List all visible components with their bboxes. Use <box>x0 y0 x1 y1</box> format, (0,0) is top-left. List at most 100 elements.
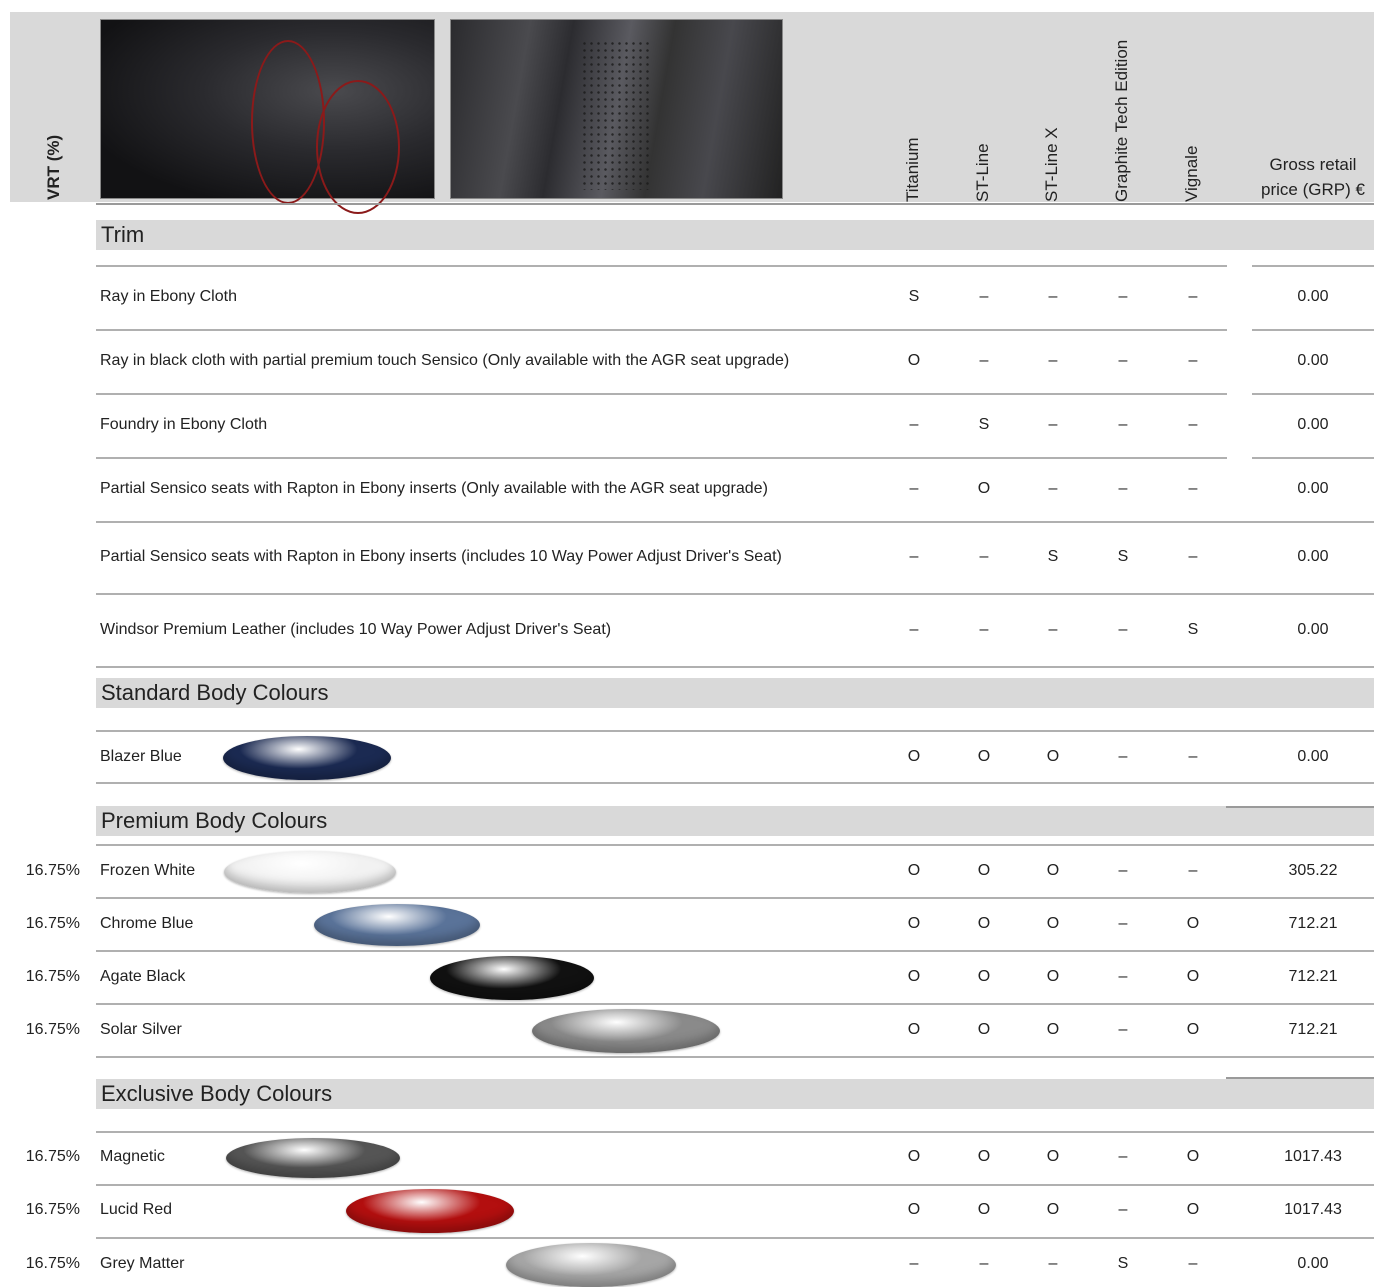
row-label: Solar Silver <box>100 1021 182 1038</box>
price-cell: 0.00 <box>1297 748 1329 765</box>
availability-cell: – <box>1118 748 1128 765</box>
availability-cell: O <box>907 1021 921 1038</box>
row-label: Agate Black <box>100 968 186 985</box>
availability-cell: – <box>1188 352 1198 369</box>
row-divider <box>96 329 1227 331</box>
price-cell: 0.00 <box>1297 288 1329 305</box>
availability-cell: O <box>1046 1148 1060 1165</box>
price-cell: 0.00 <box>1297 480 1329 497</box>
price-cell: 712.21 <box>1288 915 1338 932</box>
availability-cell: – <box>1048 621 1058 638</box>
availability-cell: O <box>977 862 991 879</box>
availability-cell: O <box>907 915 921 932</box>
column-header-titanium: Titanium <box>903 137 922 202</box>
availability-cell: – <box>1118 352 1128 369</box>
row-divider <box>1252 329 1374 331</box>
availability-cell: O <box>977 480 991 497</box>
price-cell: 305.22 <box>1288 862 1338 879</box>
row-divider <box>96 950 1374 952</box>
availability-cell: – <box>1118 1021 1128 1038</box>
price-header-line1: Gross retail <box>1269 155 1357 174</box>
header-divider <box>96 203 1374 205</box>
availability-cell: – <box>1118 1201 1128 1218</box>
row-divider <box>96 1184 1374 1186</box>
availability-cell: – <box>909 1255 919 1272</box>
availability-cell: O <box>977 748 991 765</box>
row-divider <box>96 844 1374 846</box>
availability-cell: – <box>1188 1255 1198 1272</box>
availability-cell: – <box>1118 288 1128 305</box>
availability-cell: – <box>1118 621 1128 638</box>
vrt-cell: 16.75% <box>25 968 80 985</box>
availability-cell: – <box>909 548 919 565</box>
colour-swatch <box>346 1189 514 1233</box>
price-column-header: Gross retail price (GRP) € <box>1252 152 1374 202</box>
vrt-cell: 16.75% <box>25 1148 80 1165</box>
section-title: Trim <box>101 222 145 247</box>
vrt-cell: 16.75% <box>25 1201 80 1218</box>
section-title: Standard Body Colours <box>101 680 329 705</box>
colour-swatch <box>226 1138 400 1178</box>
interior-seats-photo <box>100 19 435 214</box>
column-header-vignale: Vignale <box>1182 145 1201 202</box>
row-divider <box>1252 457 1374 459</box>
colour-swatch <box>506 1243 676 1287</box>
availability-cell: S <box>1187 621 1199 638</box>
row-label: Partial Sensico seats with Rapton in Ebo… <box>100 480 768 497</box>
price-cell: 1017.43 <box>1284 1148 1342 1165</box>
row-label: Blazer Blue <box>100 748 182 765</box>
availability-cell: O <box>1046 915 1060 932</box>
availability-cell: S <box>908 288 920 305</box>
availability-cell: O <box>907 968 921 985</box>
section-accent-line <box>1226 1077 1374 1079</box>
price-cell: 0.00 <box>1297 416 1329 433</box>
section-accent-line <box>1226 806 1374 808</box>
row-label: Ray in black cloth with partial premium … <box>100 352 790 369</box>
colour-swatch <box>314 904 480 946</box>
availability-cell: – <box>909 416 919 433</box>
row-divider <box>96 1237 1374 1239</box>
row-divider <box>96 393 1227 395</box>
colour-swatch <box>224 851 396 893</box>
availability-cell: – <box>979 352 989 369</box>
availability-cell: – <box>1048 1255 1058 1272</box>
availability-cell: O <box>907 1148 921 1165</box>
availability-cell: – <box>1188 548 1198 565</box>
row-divider <box>96 897 1374 899</box>
row-divider <box>96 521 1374 523</box>
colour-swatch <box>430 956 594 1000</box>
availability-cell: O <box>1186 968 1200 985</box>
availability-cell: – <box>1118 1148 1128 1165</box>
availability-cell: S <box>1047 548 1059 565</box>
availability-cell: – <box>1048 288 1058 305</box>
availability-cell: – <box>1118 416 1128 433</box>
row-label: Grey Matter <box>100 1255 185 1272</box>
row-divider <box>96 265 1227 267</box>
colour-swatch <box>223 736 391 780</box>
availability-cell: O <box>977 915 991 932</box>
section-trim: Trim <box>96 220 1374 250</box>
availability-cell: S <box>978 416 990 433</box>
availability-cell: O <box>1046 862 1060 879</box>
availability-cell: O <box>1186 1148 1200 1165</box>
availability-cell: – <box>1188 480 1198 497</box>
availability-cell: O <box>907 862 921 879</box>
vrt-cell: 16.75% <box>25 915 80 932</box>
vrt-cell: 16.75% <box>25 1021 80 1038</box>
row-divider <box>96 666 1374 668</box>
availability-cell: – <box>1048 416 1058 433</box>
vrt-cell: 16.75% <box>25 862 80 879</box>
availability-cell: O <box>1046 1021 1060 1038</box>
availability-cell: – <box>1188 748 1198 765</box>
row-divider <box>96 782 1374 784</box>
price-cell: 1017.43 <box>1284 1201 1342 1218</box>
row-divider <box>96 1056 1374 1058</box>
availability-cell: O <box>907 352 921 369</box>
availability-cell: – <box>979 621 989 638</box>
availability-cell: – <box>1118 915 1128 932</box>
seat-upholstery-detail-photo <box>450 19 783 199</box>
column-header-st-line: ST-Line <box>973 143 992 202</box>
row-label: Frozen White <box>100 862 196 879</box>
price-cell: 712.21 <box>1288 968 1338 985</box>
section-exclusive-body-colours: Exclusive Body Colours <box>96 1079 1374 1109</box>
